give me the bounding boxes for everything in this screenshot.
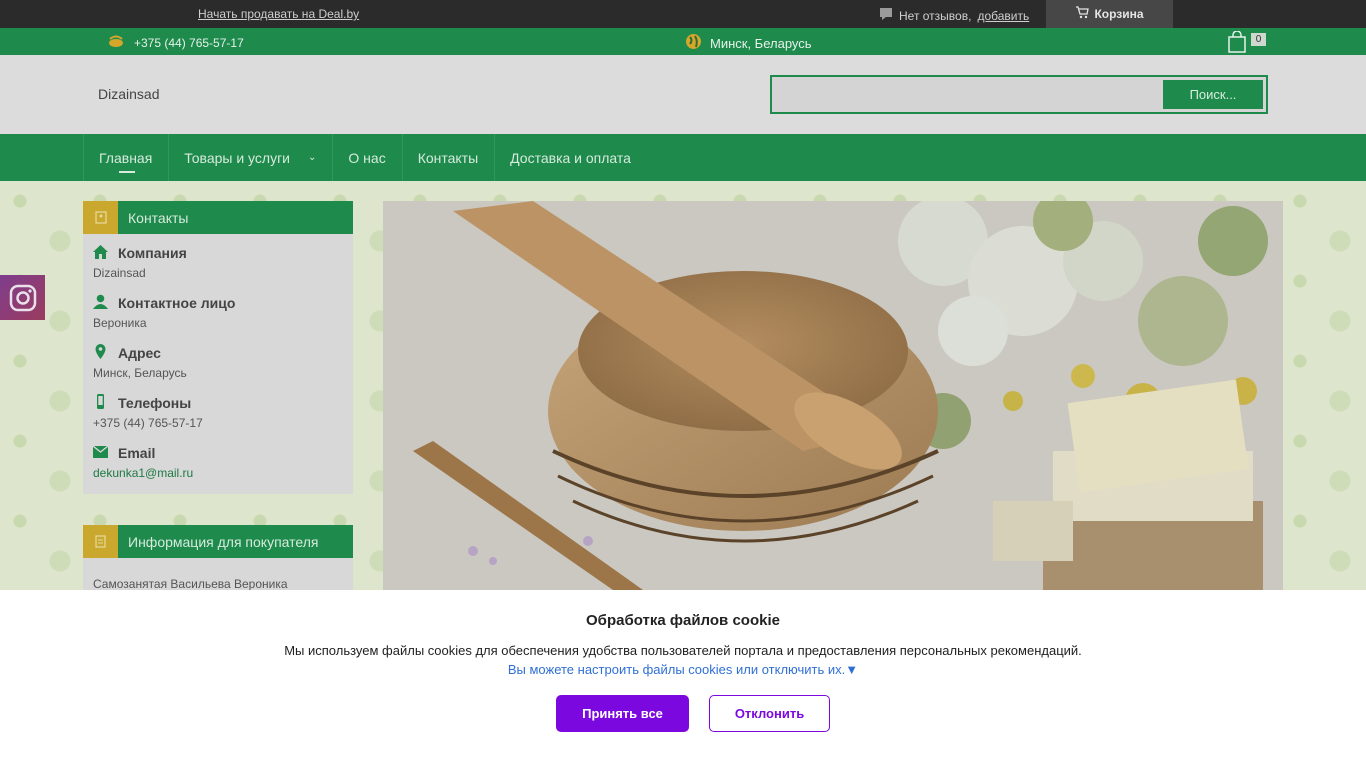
cookie-settings-link[interactable]: Вы можете настроить файлы cookies или от… — [0, 662, 1366, 677]
buyer-info-text: Самозанятая Васильева Вероника — [93, 577, 288, 591]
contacts-book-icon — [83, 201, 118, 234]
nav-item-products[interactable]: Товары и услуги ⌄ — [168, 134, 332, 181]
hero-banner-image[interactable] — [383, 201, 1283, 590]
accept-all-button[interactable]: Принять все — [556, 695, 689, 732]
cookie-title: Обработка файлов cookie — [586, 612, 780, 629]
nav-item-delivery[interactable]: Доставка и оплата — [494, 134, 647, 181]
cart-button[interactable]: Корзина — [1046, 0, 1173, 28]
contact-person: Контактное лицо Вероника — [83, 292, 353, 334]
cart-icon — [1075, 6, 1090, 22]
contacts-title: Контакты — [128, 209, 189, 226]
add-review-link[interactable]: добавить — [977, 9, 1029, 23]
header-city: Минск, Беларусь — [685, 33, 812, 53]
phone-number: +375 (44) 765-57-17 — [134, 35, 244, 50]
nav-item-label: Контакты — [417, 149, 479, 166]
cart-count-badge: 0 — [1251, 33, 1266, 46]
contact-label: Адрес — [118, 345, 161, 361]
contact-value[interactable]: +375 (44) 765-57-17 — [93, 414, 343, 434]
reviews-info: Нет отзывов, добавить — [879, 7, 1029, 24]
buyer-info-title: Информация для покупателя — [128, 533, 319, 550]
search-input[interactable] — [776, 81, 1161, 108]
email-link[interactable]: dekunka1@mail.ru — [93, 464, 343, 484]
contacts-block: Контакты Компания Dizainsad Контактное л… — [83, 201, 353, 494]
contact-label: Контактное лицо — [118, 295, 236, 311]
document-icon — [83, 525, 118, 558]
nav-item-label: Доставка и оплата — [510, 149, 631, 166]
map-pin-icon — [93, 344, 108, 362]
contacts-header: Контакты — [83, 201, 353, 234]
bag-icon[interactable] — [1228, 30, 1246, 56]
header: Dizainsad Поиск... — [0, 55, 1366, 134]
nav-item-contacts[interactable]: Контакты — [401, 134, 494, 181]
nav-item-about[interactable]: О нас — [332, 134, 401, 181]
top-bar: Начать продавать на Deal.by Нет отзывов,… — [0, 0, 1366, 28]
contact-address: Адрес Минск, Беларусь — [83, 342, 353, 384]
chevron-down-icon: ⌄ — [308, 152, 317, 163]
header-phone[interactable]: +375 (44) 765-57-17 — [108, 34, 244, 51]
comment-icon — [879, 7, 893, 24]
envelope-icon — [92, 445, 109, 461]
reviews-text: Нет отзывов, — [899, 8, 972, 23]
contact-company: Компания Dizainsad — [83, 242, 353, 284]
start-selling-link[interactable]: Начать продавать на Deal.by — [198, 7, 359, 21]
main-nav: Главная Товары и услуги ⌄ О нас Контакты … — [0, 134, 1366, 181]
contact-label: Телефоны — [118, 395, 192, 411]
nav-item-label: Товары и услуги — [184, 149, 290, 166]
contact-label: Компания — [118, 245, 187, 261]
contact-label: Email — [118, 445, 156, 461]
contact-value: Вероника — [93, 316, 147, 330]
user-icon — [93, 294, 108, 312]
site-logo[interactable]: Dizainsad — [98, 86, 159, 102]
nav-item-label: Главная — [99, 149, 153, 166]
contact-phones: Телефоны +375 (44) 765-57-17 — [83, 392, 353, 434]
cookie-description: Мы используем файлы cookies для обеспече… — [284, 643, 1082, 658]
city-name: Минск, Беларусь — [710, 35, 812, 51]
buyer-info-block: Информация для покупателя Самозанятая Ва… — [83, 525, 353, 595]
instagram-icon[interactable] — [0, 275, 45, 320]
cart-label: Корзина — [1094, 7, 1144, 21]
nav-item-label: О нас — [348, 149, 386, 166]
cookie-banner: Обработка файлов cookie Мы используем фа… — [0, 590, 1366, 768]
phone-icon — [108, 34, 124, 51]
search-form: Поиск... — [770, 75, 1268, 114]
contact-value: Минск, Беларусь — [93, 366, 187, 380]
buyer-info-header: Информация для покупателя — [83, 525, 353, 558]
mobile-phone-icon — [93, 394, 108, 412]
globe-icon — [685, 33, 702, 53]
search-button[interactable]: Поиск... — [1163, 80, 1263, 109]
contact-email: Email dekunka1@mail.ru — [83, 442, 353, 484]
nav-item-home[interactable]: Главная — [83, 134, 168, 181]
info-bar: +375 (44) 765-57-17 Минск, Беларусь 0 — [0, 28, 1366, 55]
reject-button[interactable]: Отклонить — [709, 695, 830, 732]
contact-value: Dizainsad — [93, 266, 146, 280]
home-icon — [93, 244, 108, 262]
